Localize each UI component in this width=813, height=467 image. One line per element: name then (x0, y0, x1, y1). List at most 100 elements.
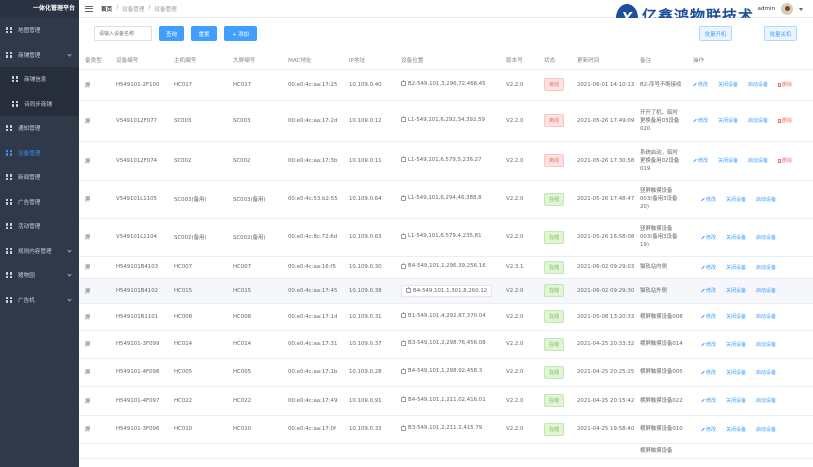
edit-button[interactable]: 修改 (701, 426, 716, 433)
batch-open-button[interactable]: 批量开机 (699, 26, 732, 41)
location-value: B4-549,101,1,301,8,260.12 (401, 284, 493, 297)
device-id-cell: V5491012F077 (110, 100, 168, 142)
sidebar-item[interactable]: 广告机 (0, 288, 79, 313)
reset-button[interactable]: 重置 (191, 26, 217, 41)
sidebar-item-label: 商铺信息 (24, 77, 47, 84)
open-device-button[interactable]: 启动设备 (756, 313, 776, 320)
row-actions: 修改 关闭设备 启动设备 (693, 234, 813, 241)
table-row: 屏 H549101B1101 HC008 HC008 00:e0:4c:aa:17:1d… (79, 303, 813, 331)
host-id-cell: SC002 (168, 141, 227, 181)
open-device-button[interactable]: 启动设备 (756, 397, 776, 404)
close-device-button[interactable]: 关闭设备 (726, 313, 746, 320)
sidebar-item[interactable]: 设备管理 (0, 141, 79, 166)
user-menu[interactable]: admin (757, 3, 803, 15)
query-button[interactable]: 查询 (159, 26, 184, 41)
edit-button[interactable]: 修改 (701, 341, 716, 348)
close-device-button[interactable]: 关闭设备 (718, 157, 738, 164)
edit-button[interactable]: 修改 (693, 81, 708, 88)
actions-cell: 修改 关闭设备 启动设备 (687, 180, 813, 219)
ip-cell: 10.109.0.40 (343, 69, 395, 101)
sidebar-item[interactable]: 规则内容管理 (0, 239, 79, 264)
breadcrumb-item[interactable]: 首页 (101, 5, 112, 13)
row-actions: 修改 关闭设备 启动设备 删除 (693, 81, 813, 88)
open-device-button[interactable]: 启动设备 (748, 117, 768, 124)
note-cell: 横屏触摸设备005 (634, 358, 687, 387)
location-icon (401, 80, 406, 87)
edit-button[interactable]: 修改 (701, 264, 716, 271)
screen-id-cell: SC002 (227, 141, 282, 181)
delete-button[interactable]: 删除 (778, 117, 792, 124)
batch-close-button[interactable]: 批量关机 (764, 26, 797, 41)
menu-toggle-icon[interactable] (85, 5, 93, 12)
open-device-button[interactable]: 启动设备 (748, 81, 768, 88)
sidebar-item[interactable]: 地图管理 (0, 18, 79, 43)
update-time-cell: 2021-05-08 13:20:33 (571, 303, 634, 331)
sidebar-item[interactable]: 商铺信息 (0, 67, 79, 92)
open-device-button[interactable]: 启动设备 (756, 196, 776, 203)
close-device-button[interactable]: 关闭设备 (726, 196, 746, 203)
ip-cell: 10.109.0.28 (343, 358, 395, 387)
sidebar-item[interactable]: 新闻管理 (0, 165, 79, 190)
host-id-cell (168, 443, 227, 459)
device-name-search-input[interactable] (94, 26, 152, 41)
row-actions: 修改 关闭设备 启动设备 (693, 196, 813, 203)
sidebar-item[interactable]: 诗同步商铺 (0, 91, 79, 116)
breadcrumb-item[interactable]: 设备管理 (122, 5, 144, 13)
edit-icon (701, 288, 705, 293)
delete-button[interactable]: 删除 (778, 81, 792, 88)
open-device-button[interactable]: 启动设备 (756, 369, 776, 376)
table-row: 屏 V549101L1104 SC002(备用) SC002(备用) 00:e0:4c:… (79, 218, 813, 257)
close-device-button[interactable]: 关闭设备 (726, 341, 746, 348)
close-device-button[interactable]: 关闭设备 (726, 287, 746, 294)
sidebar-item-label: 广告管理 (18, 199, 41, 206)
location-text: L1-549,101,6,579,4,235,81 (408, 233, 482, 240)
mac-cell: 00:e0:4c:aa:17:0f (282, 415, 343, 444)
edit-label: 修改 (706, 234, 717, 241)
edit-button[interactable]: 修改 (693, 157, 708, 164)
column-header: 操作 (687, 51, 813, 70)
location-text: L1-549,101,6,294,46,388,8 (408, 195, 482, 202)
location-icon (406, 287, 411, 293)
delete-button[interactable]: 删除 (778, 157, 792, 164)
open-device-button[interactable]: 启动设备 (756, 234, 776, 241)
edit-button[interactable]: 修改 (701, 313, 716, 320)
actions-cell: 修改 关闭设备 启动设备 (687, 218, 813, 257)
close-device-button[interactable]: 关闭设备 (726, 369, 746, 376)
add-button[interactable]: + 添加 (224, 26, 257, 41)
device-type-cell: 屏 (79, 69, 110, 101)
avatar[interactable] (781, 3, 793, 15)
edit-button[interactable]: 修改 (701, 234, 716, 241)
sidebar-item[interactable]: 广告管理 (0, 190, 79, 215)
location-value: B4-549,101,1,298.92,458.3 (401, 367, 482, 374)
mac-cell: 00:e0:4c:aa:17:31 (282, 330, 343, 359)
edit-button[interactable]: 修改 (693, 117, 708, 124)
breadcrumb-item[interactable]: 设备管理 (154, 5, 176, 13)
close-device-button[interactable]: 关闭设备 (726, 426, 746, 433)
open-device-button[interactable]: 启动设备 (756, 426, 776, 433)
open-device-button[interactable]: 启动设备 (756, 287, 776, 294)
device-type-cell: 屏 (79, 303, 110, 331)
sidebar-item[interactable]: 商铺管理 (0, 43, 79, 68)
version-cell: V2.3.1 (500, 256, 538, 279)
actions-cell: 修改 关闭设备 启动设备 删除 (687, 141, 813, 181)
close-device-button[interactable]: 关闭设备 (726, 234, 746, 241)
edit-label: 修改 (706, 341, 717, 348)
edit-button[interactable]: 修改 (701, 287, 716, 294)
sidebar-item[interactable]: 猪物园 (0, 263, 79, 288)
host-id-cell: HC007 (168, 256, 227, 279)
open-device-button[interactable]: 启动设备 (756, 341, 776, 348)
sidebar-item[interactable]: 活动管理 (0, 214, 79, 239)
open-device-button[interactable]: 启动设备 (756, 264, 776, 271)
open-device-button[interactable]: 启动设备 (748, 157, 768, 164)
caret-down-icon[interactable] (799, 7, 803, 11)
edit-button[interactable]: 修改 (701, 369, 716, 376)
close-device-button[interactable]: 关闭设备 (718, 81, 738, 88)
close-device-button[interactable]: 关闭设备 (726, 264, 746, 271)
edit-button[interactable]: 修改 (701, 196, 716, 203)
status-cell: 在线 (538, 180, 571, 219)
edit-button[interactable]: 修改 (701, 397, 716, 404)
close-device-button[interactable]: 关闭设备 (726, 397, 746, 404)
close-device-button[interactable]: 关闭设备 (718, 117, 738, 124)
sidebar-item[interactable]: 通知管理 (0, 116, 79, 141)
sidebar-item-label: 广告机 (18, 297, 35, 304)
